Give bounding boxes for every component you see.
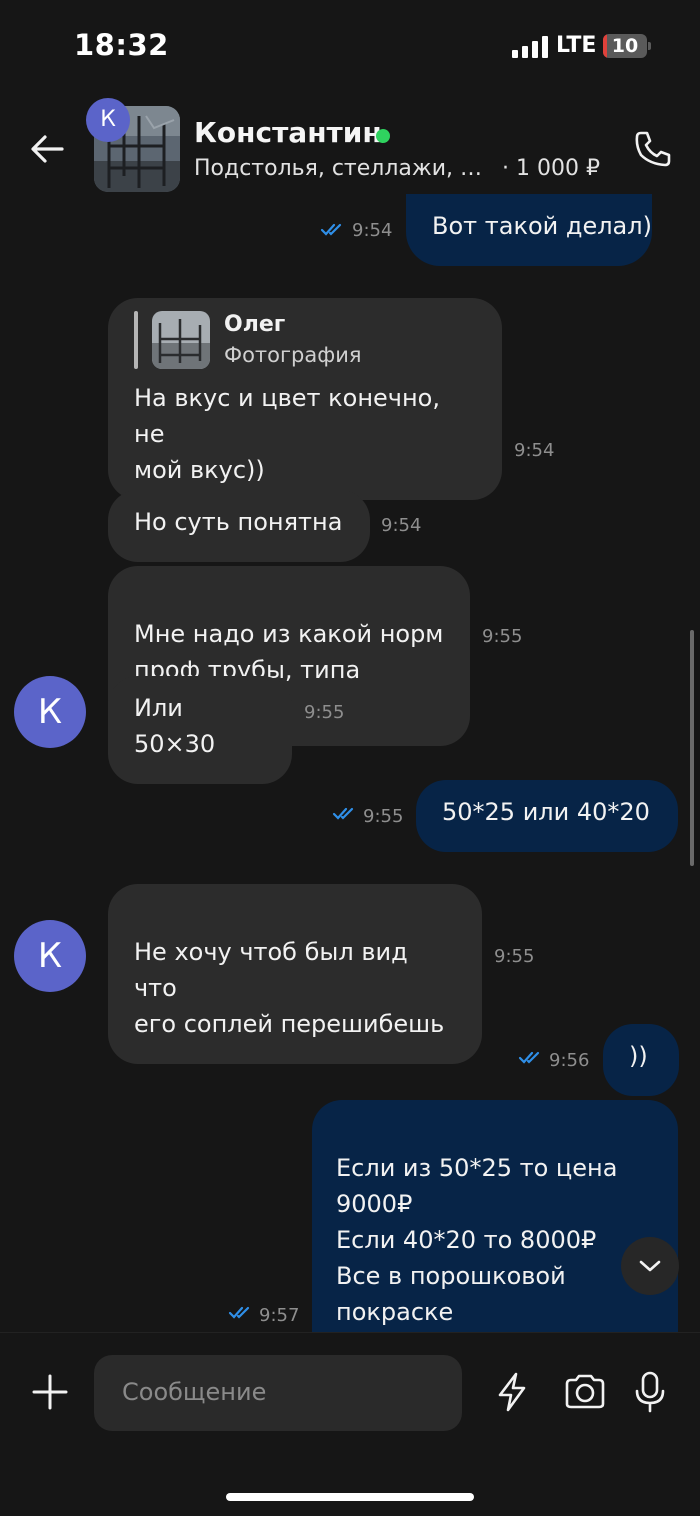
home-indicator[interactable] bbox=[226, 1493, 474, 1501]
outgoing-message[interactable]: Если из 50*25 то цена 9000₽ Если 40*20 т… bbox=[312, 1100, 678, 1346]
message-time: 9:55 bbox=[482, 626, 523, 647]
back-arrow-icon[interactable] bbox=[28, 130, 66, 168]
network-type: LTE bbox=[556, 33, 597, 58]
incoming-message[interactable]: Но суть понятна bbox=[108, 490, 370, 562]
contact-avatar-small: К bbox=[86, 98, 130, 142]
contact-avatar[interactable]: К bbox=[14, 920, 86, 992]
camera-icon[interactable] bbox=[563, 1370, 607, 1414]
read-checkmarks-icon bbox=[320, 223, 342, 236]
battery-icon: 10 bbox=[603, 34, 647, 58]
plus-icon[interactable] bbox=[30, 1372, 70, 1412]
message-text: 50*25 или 40*20 bbox=[442, 798, 650, 826]
reply-type: Фотография bbox=[224, 343, 362, 367]
read-checkmarks-icon bbox=[332, 807, 354, 820]
outgoing-message[interactable]: Вот такой делал) bbox=[406, 194, 652, 266]
message-time: 9:55 bbox=[494, 946, 535, 967]
battery-percent: 10 bbox=[611, 35, 639, 57]
reply-quote[interactable]: Олег Фотография bbox=[134, 310, 476, 370]
message-time: 9:54 bbox=[352, 220, 393, 241]
message-time: 9:55 bbox=[304, 702, 345, 723]
read-checkmarks-icon bbox=[518, 1051, 540, 1064]
contact-name[interactable]: Константин bbox=[194, 116, 382, 149]
incoming-message[interactable]: Или 50×30 bbox=[108, 676, 292, 784]
message-text: Вот такой делал) bbox=[432, 212, 652, 240]
message-text: Или 50×30 bbox=[134, 694, 216, 758]
reply-photo-thumbnail bbox=[152, 311, 210, 369]
message-input-placeholder: Сообщение bbox=[122, 1378, 267, 1406]
message-text: Если из 50*25 то цена 9000₽ Если 40*20 т… bbox=[336, 1154, 650, 1346]
microphone-icon[interactable] bbox=[628, 1370, 672, 1414]
incoming-message[interactable]: Олег Фотография На вкус и цвет конечно, … bbox=[108, 298, 502, 500]
outgoing-message[interactable]: 50*25 или 40*20 bbox=[416, 780, 678, 852]
contact-avatar[interactable]: К bbox=[14, 676, 86, 748]
message-time: 9:57 bbox=[259, 1305, 300, 1326]
read-checkmarks-icon bbox=[228, 1306, 250, 1319]
reply-quote-bar bbox=[134, 311, 138, 369]
message-time: 9:55 bbox=[363, 806, 404, 827]
message-text: Но суть понятна bbox=[134, 508, 343, 536]
scrollbar[interactable] bbox=[690, 630, 694, 866]
message-time: 9:56 bbox=[549, 1050, 590, 1071]
message-text: На вкус и цвет конечно, не мой вкус)) bbox=[134, 384, 440, 484]
status-time: 18:32 bbox=[74, 28, 169, 62]
reply-author: Олег bbox=[224, 312, 286, 337]
phone-icon[interactable] bbox=[632, 128, 674, 170]
battery-tip bbox=[648, 42, 651, 50]
message-time: 9:54 bbox=[514, 440, 555, 461]
scroll-down-button[interactable] bbox=[621, 1237, 679, 1295]
listing-title[interactable]: Подстолья, стеллажи, ко... bbox=[194, 156, 494, 181]
listing-price: · 1 000 ₽ bbox=[502, 156, 600, 181]
signal-icon bbox=[512, 36, 548, 58]
message-time: 9:54 bbox=[381, 515, 422, 536]
lightning-icon[interactable] bbox=[490, 1370, 534, 1414]
message-text: Не хочу чтоб был вид что его соплей пере… bbox=[134, 938, 445, 1038]
incoming-message[interactable]: Не хочу чтоб был вид что его соплей пере… bbox=[108, 884, 482, 1064]
online-indicator bbox=[376, 129, 390, 143]
outgoing-message[interactable]: )) bbox=[603, 1024, 679, 1096]
message-text: )) bbox=[629, 1042, 648, 1070]
